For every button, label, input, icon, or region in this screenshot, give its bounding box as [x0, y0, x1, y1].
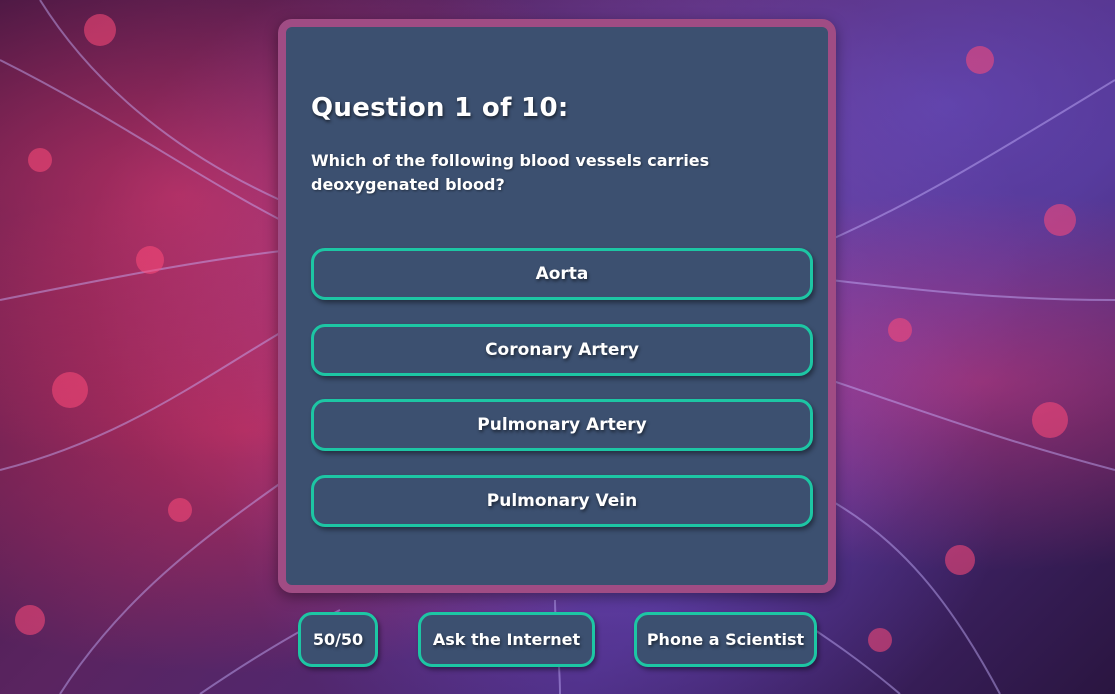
phone-a-scientist-button[interactable]: Phone a Scientist: [634, 612, 817, 667]
answer-button-aorta[interactable]: Aorta: [311, 248, 813, 300]
answer-button-pulmonary-artery[interactable]: Pulmonary Artery: [311, 399, 813, 451]
answer-button-coronary-artery[interactable]: Coronary Artery: [311, 324, 813, 376]
question-card: Question 1 of 10: Which of the following…: [278, 19, 836, 593]
ask-the-internet-button[interactable]: Ask the Internet: [418, 612, 595, 667]
question-title: Question 1 of 10:: [311, 93, 569, 123]
fifty-fifty-button[interactable]: 50/50: [298, 612, 378, 667]
answer-button-pulmonary-vein[interactable]: Pulmonary Vein: [311, 475, 813, 527]
question-text: Which of the following blood vessels car…: [311, 151, 710, 194]
